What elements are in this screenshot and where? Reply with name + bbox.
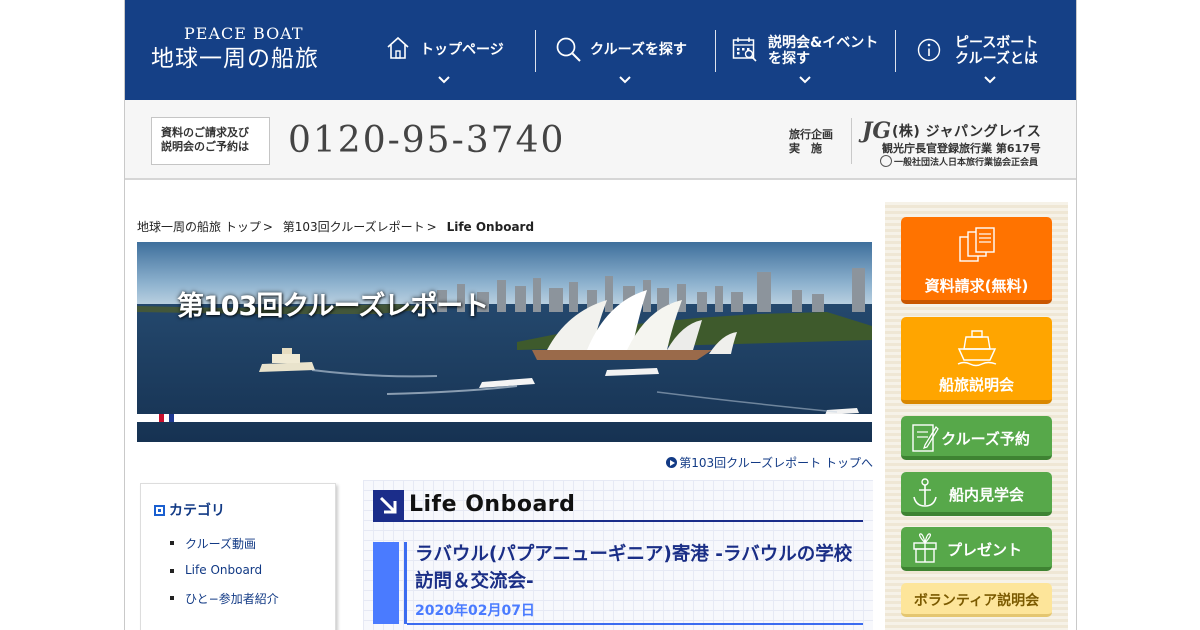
agency-divider xyxy=(851,118,852,164)
logo-ja: 地球一周の船旅 xyxy=(151,46,319,72)
nav-divider xyxy=(715,30,716,72)
present-label: プレゼント xyxy=(946,541,1022,559)
page-container: PEACE BOAT 地球一周の船旅 トップページ クルーズを探す 説明会&イベ… xyxy=(124,0,1077,630)
report-top-link-text: 第103回クルーズレポート トップへ xyxy=(679,456,873,470)
hero-banner: 第103回クルーズレポート xyxy=(137,242,872,442)
info-session-label: 船旅説明会 xyxy=(938,376,1014,394)
post-accent-line xyxy=(404,542,407,624)
request-brochure-label: 資料請求(無料) xyxy=(924,277,1029,295)
arrow-down-right-icon xyxy=(373,490,404,521)
nav-search-cruise-label: クルーズを探す xyxy=(590,42,687,58)
cruise-booking-label: クルーズ予約 xyxy=(941,430,1030,448)
logo-en: PEACE BOAT xyxy=(184,24,304,43)
post-underline xyxy=(407,623,863,625)
info-session-button[interactable]: 船旅説明会 xyxy=(901,317,1052,404)
category-item[interactable]: ひと−参加者紹介 xyxy=(170,590,279,618)
contact-note: 資料のご請求及び 説明会のご予約は xyxy=(151,117,270,165)
contact-note-line1: 資料のご請求及び xyxy=(161,126,249,139)
info-icon xyxy=(917,38,941,62)
contact-note-line2: 説明会のご予約は xyxy=(161,140,249,153)
agency-association: 一般社団法人日本旅行業協会正会員 xyxy=(880,155,1038,168)
home-icon xyxy=(387,36,409,59)
volunteer-session-button[interactable]: ボランティア説明会 xyxy=(901,583,1052,617)
nav-about-label-1: ピースボート xyxy=(955,35,1039,51)
square-bullet-icon xyxy=(154,505,165,516)
post-date: 2020年02月07日 xyxy=(415,603,535,619)
category-item[interactable]: クルーズ動画 xyxy=(170,535,279,563)
nav-top-page-label: トップページ xyxy=(420,42,504,58)
section-underline xyxy=(373,520,863,522)
nav-divider xyxy=(895,30,896,72)
present-button[interactable]: プレゼント xyxy=(901,527,1052,571)
chevron-down-icon xyxy=(438,76,450,84)
play-circle-icon xyxy=(666,457,678,468)
nav-about[interactable]: ピースボート クルーズとは xyxy=(915,0,1065,100)
hero-sydney-image xyxy=(137,242,872,442)
nav-events-label-2: を探す xyxy=(768,51,810,67)
contact-band: 資料のご請求及び 説明会のご予約は 0120-95-3740 旅行企画 実 施 … xyxy=(125,100,1076,180)
agency-label-line2: 実 施 xyxy=(789,142,822,155)
category-list: クルーズ動画 Life Onboard ひと−参加者紹介 xyxy=(170,535,279,618)
breadcrumb: 地球一周の船旅 トップ > 第103回クルーズレポート > Life Onboard xyxy=(137,218,534,235)
agency-association-text: 一般社団法人日本旅行業協会正会員 xyxy=(894,158,1039,168)
category-heading: カテゴリ xyxy=(154,500,225,520)
jata-icon xyxy=(880,155,892,167)
post-title[interactable]: ラバウル(パプアニューギニア)寄港 -ラバウルの学校訪問＆交流会- xyxy=(415,541,860,595)
nav-search-cruise[interactable]: クルーズを探す xyxy=(550,0,710,100)
volunteer-session-label: ボランティア説明会 xyxy=(913,593,1040,609)
sidebar: 資料請求(無料) 船旅説明会 クルーズ予約 船内見学会 プレゼント ボランティア… xyxy=(885,202,1068,630)
header-bar: PEACE BOAT 地球一周の船旅 トップページ クルーズを探す 説明会&イベ… xyxy=(125,0,1076,100)
chevron-down-icon xyxy=(984,76,996,84)
request-brochure-button[interactable]: 資料請求(無料) xyxy=(901,217,1052,304)
agency-label-line1: 旅行企画 xyxy=(789,128,833,141)
category-box: カテゴリ クルーズ動画 Life Onboard ひと−参加者紹介 xyxy=(140,483,336,630)
nav-top-page[interactable]: トップページ xyxy=(380,0,530,100)
breadcrumb-current: Life Onboard xyxy=(446,220,535,234)
chevron-down-icon xyxy=(619,76,631,84)
ship-tour-button[interactable]: 船内見学会 xyxy=(901,472,1052,516)
chevron-down-icon xyxy=(799,76,811,84)
agency-label: 旅行企画 実 施 xyxy=(789,128,841,156)
nav-divider xyxy=(535,30,536,72)
ship-icon xyxy=(957,330,997,367)
calendar-icon xyxy=(732,37,757,62)
agency-name: (株) ジャパングレイス xyxy=(892,124,1042,140)
post-accent-bar xyxy=(373,542,399,624)
nav-events-label-1: 説明会&イベント xyxy=(768,35,879,51)
breadcrumb-report[interactable]: 第103回クルーズレポート xyxy=(283,220,425,234)
search-icon xyxy=(556,37,581,62)
article-area: Life Onboard ラバウル(パプアニューギニア)寄港 -ラバウルの学校訪… xyxy=(363,480,873,630)
agency-registration: 観光庁長官登録旅行業 第617号 xyxy=(882,142,1041,155)
ship-tour-label: 船内見学会 xyxy=(948,486,1024,504)
report-top-link[interactable]: 第103回クルーズレポート トップへ xyxy=(666,454,873,471)
category-item[interactable]: Life Onboard xyxy=(170,563,279,591)
site-logo[interactable]: PEACE BOAT 地球一周の船旅 xyxy=(151,24,319,74)
brochure-icon xyxy=(959,227,995,262)
phone-number[interactable]: 0120-95-3740 xyxy=(288,120,565,161)
breadcrumb-separator: > xyxy=(426,220,437,234)
section-title: Life Onboard xyxy=(409,492,576,517)
breadcrumb-top[interactable]: 地球一周の船旅 トップ xyxy=(137,220,261,234)
nav-events[interactable]: 説明会&イベント を探す xyxy=(730,0,890,100)
breadcrumb-separator: > xyxy=(262,220,273,234)
hero-title: 第103回クルーズレポート xyxy=(177,291,489,322)
category-heading-text: カテゴリ xyxy=(169,503,225,519)
nav-about-label-2: クルーズとは xyxy=(955,51,1038,67)
cruise-booking-button[interactable]: クルーズ予約 xyxy=(901,416,1052,460)
